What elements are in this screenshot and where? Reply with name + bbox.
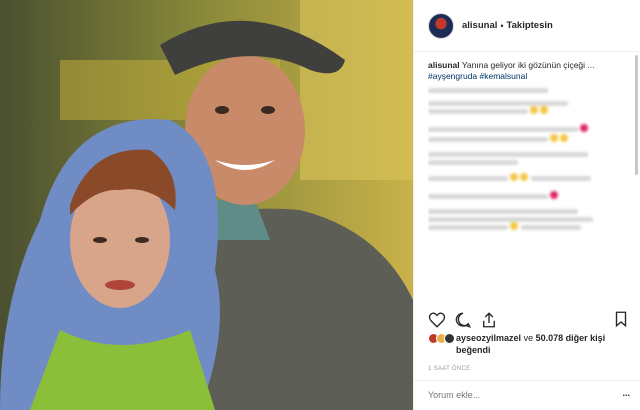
- likes-text: ayseozyilmazel ve 50.078 diğer kişi beğe…: [456, 332, 630, 356]
- comment-icon[interactable]: [454, 311, 472, 329]
- blurred-comment: [428, 152, 628, 165]
- blurred-comment: [428, 88, 548, 93]
- likes-connector: ve: [523, 333, 534, 343]
- post-photo[interactable]: [0, 0, 413, 410]
- avatar: [444, 333, 455, 344]
- comment-input[interactable]: [428, 390, 578, 400]
- post-sidebar: alisunal • Takiptesin alisunal Yanına ge…: [413, 0, 640, 410]
- blurred-comment: [428, 209, 628, 232]
- post-header: alisunal • Takiptesin: [414, 0, 640, 52]
- liker-avatars[interactable]: [428, 333, 455, 344]
- share-icon[interactable]: [480, 311, 498, 329]
- caption-hashtags[interactable]: #ayşengruda #kemalsunal: [428, 71, 527, 81]
- header-username[interactable]: alisunal: [462, 20, 497, 31]
- bookmark-icon[interactable]: [612, 310, 630, 328]
- liker-username[interactable]: ayseozyilmazel: [456, 333, 521, 343]
- post-timestamp[interactable]: 1 SAAT ÖNCE: [428, 366, 470, 372]
- likes-summary: ayseozyilmazel ve 50.078 diğer kişi beğe…: [428, 332, 630, 356]
- comments-scrollbar[interactable]: [635, 55, 638, 175]
- blurred-comment: [428, 101, 628, 116]
- instagram-post: alisunal • Takiptesin alisunal Yanına ge…: [0, 0, 640, 410]
- user-avatar[interactable]: [428, 12, 454, 39]
- more-options-button[interactable]: ...: [622, 388, 630, 398]
- blurred-comment: [428, 124, 628, 144]
- comments-area: alisunal Yanına geliyor iki gözünün çiçe…: [428, 60, 628, 300]
- caption-username[interactable]: alisunal: [428, 60, 460, 70]
- post-caption: alisunal Yanına geliyor iki gözünün çiçe…: [428, 60, 628, 82]
- comment-box: [414, 380, 640, 410]
- header-separator: •: [500, 20, 504, 31]
- follow-status-button[interactable]: Takiptesin: [507, 20, 553, 31]
- action-bar: [428, 310, 630, 330]
- caption-text: Yanına geliyor iki gözünün çiçeği ...: [461, 60, 595, 70]
- blurred-comment: [428, 173, 628, 183]
- heart-icon[interactable]: [428, 311, 446, 329]
- blurred-comment: [428, 191, 628, 201]
- likes-count[interactable]: 50.078: [536, 333, 564, 343]
